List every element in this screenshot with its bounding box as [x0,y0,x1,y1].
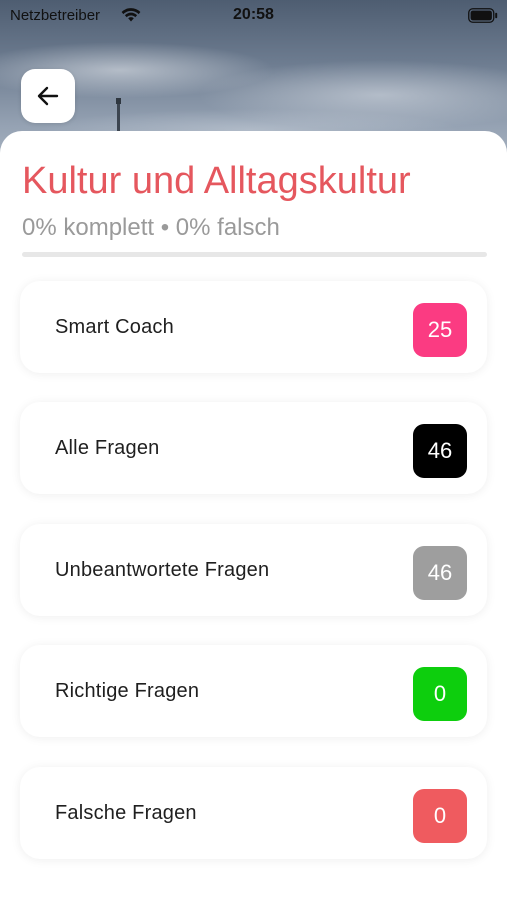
list-item-smart-coach[interactable]: Smart Coach 25 [20,281,487,373]
list-item-label: Falsche Fragen [55,802,197,824]
back-button[interactable] [21,69,75,123]
count-badge: 0 [413,789,467,843]
list-item-label: Smart Coach [55,316,174,338]
count-badge: 25 [413,303,467,357]
screen: Netzbetreiber 20:58 Kultur und Alltagsku… [0,0,507,900]
list-item-label: Alle Fragen [55,437,160,459]
count-badge: 0 [413,667,467,721]
list-item-all-questions[interactable]: Alle Fragen 46 [20,402,487,494]
battery-icon [468,8,498,23]
status-time: 20:58 [233,6,274,23]
content-sheet: Kultur und Alltagskultur 0% komplett • 0… [0,131,507,900]
progress-summary: 0% komplett • 0% falsch [22,214,280,241]
status-bar: Netzbetreiber 20:58 [0,0,507,32]
list-item-label: Unbeantwortete Fragen [55,559,270,581]
list-item-correct-questions[interactable]: Richtige Fragen 0 [20,645,487,737]
progress-bar [22,252,487,257]
list-item-wrong-questions[interactable]: Falsche Fragen 0 [20,767,487,859]
list-item-label: Richtige Fragen [55,680,200,702]
count-badge: 46 [413,424,467,478]
count-badge: 46 [413,546,467,600]
arrow-left-icon [37,86,59,106]
list-item-unanswered-questions[interactable]: Unbeantwortete Fragen 46 [20,524,487,616]
page-title: Kultur und Alltagskultur [22,160,411,202]
